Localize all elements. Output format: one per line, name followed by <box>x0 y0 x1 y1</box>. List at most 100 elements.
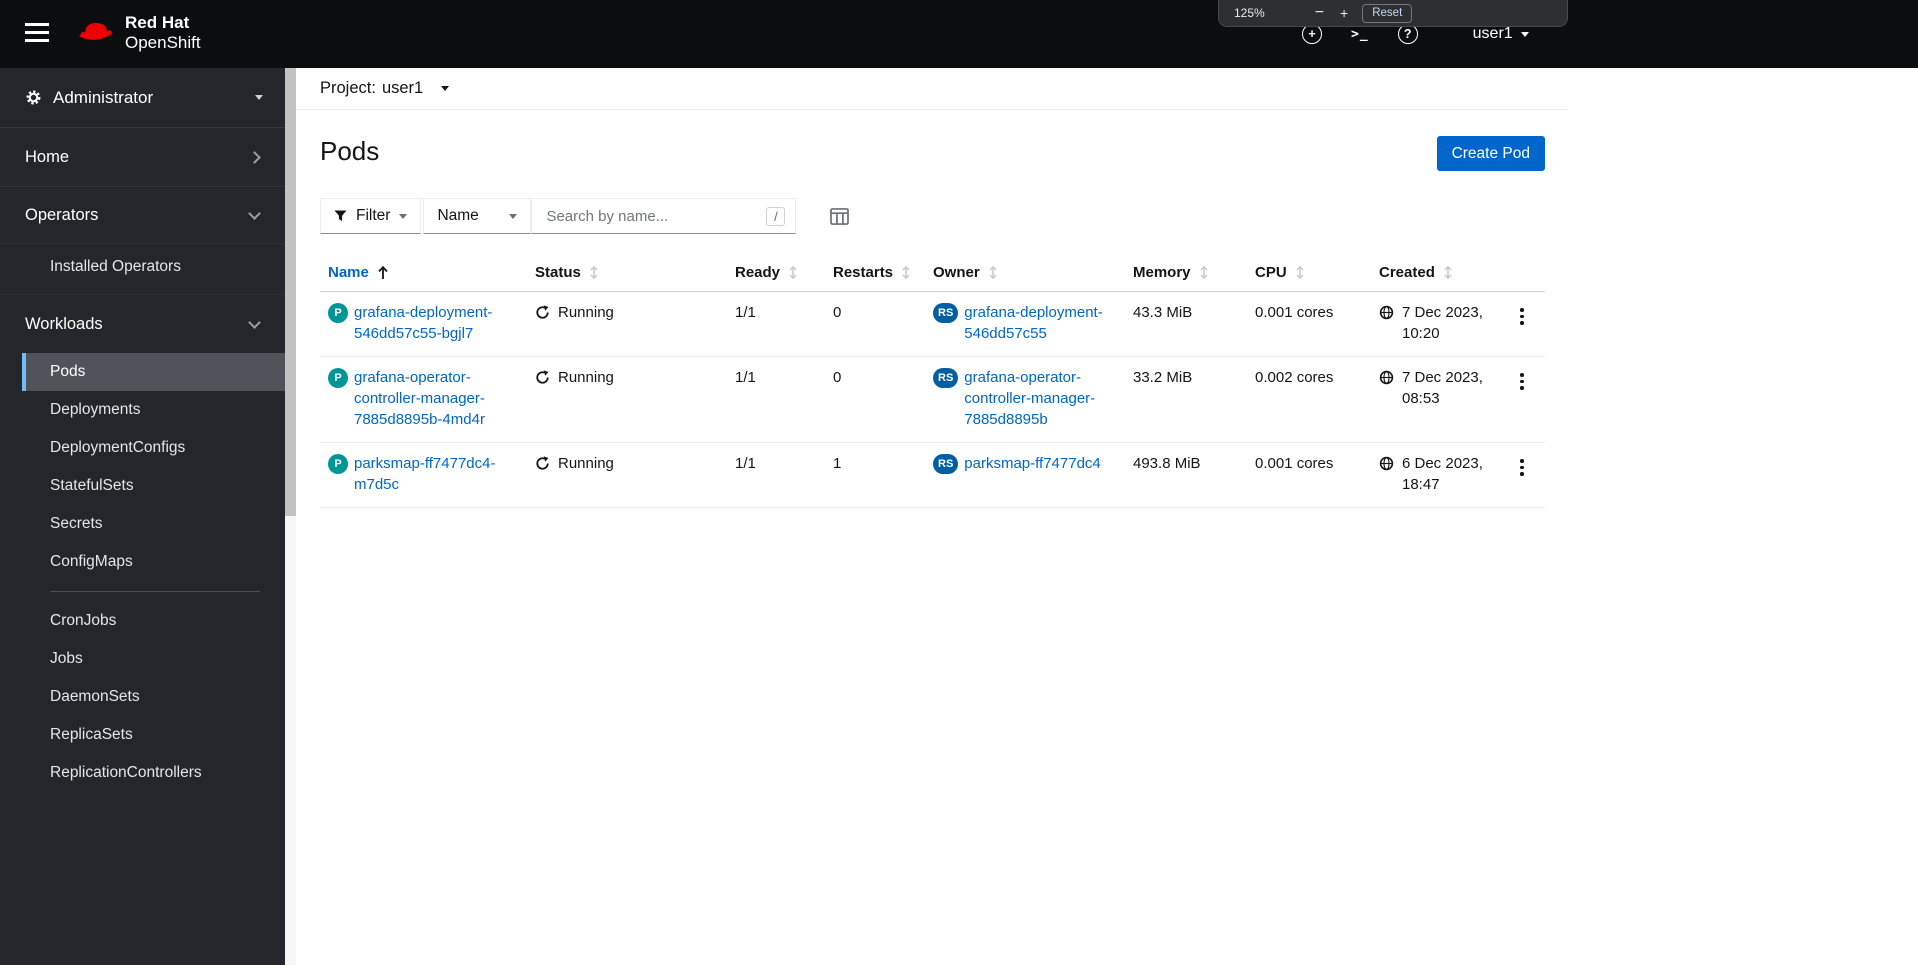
pod-name-link[interactable]: grafana-deployment-546dd57c55-bgjl7 <box>354 302 519 344</box>
sidebar-item-home[interactable]: Home <box>0 128 285 186</box>
search-input[interactable] <box>544 206 767 226</box>
sidebar-item-statefulsets[interactable]: StatefulSets <box>0 467 285 505</box>
filter-icon <box>334 210 347 222</box>
zoom-in-icon[interactable]: + <box>1340 6 1348 20</box>
restarts-cell: 0 <box>825 291 925 357</box>
scrollbar[interactable] <box>285 68 296 965</box>
table-header-row: Name Status Ready Restarts Owner Memory … <box>320 255 1545 292</box>
sort-icon <box>1199 266 1208 279</box>
chevron-down-icon <box>441 86 450 91</box>
running-status-icon <box>536 456 549 470</box>
column-header-cpu[interactable]: CPU <box>1247 255 1371 292</box>
chevron-down-icon <box>248 315 261 329</box>
sidebar-item-label: Operators <box>25 205 99 224</box>
timestamp-globe-icon <box>1379 370 1394 385</box>
sidebar-item-label: Deployments <box>50 401 141 418</box>
owner-link[interactable]: grafana-operator-controller-manager-7885… <box>964 367 1117 430</box>
chevron-right-icon <box>248 150 261 164</box>
owner-link[interactable]: grafana-deployment-546dd57c55 <box>964 302 1117 344</box>
running-status-icon <box>536 370 549 384</box>
manage-columns-button[interactable] <box>828 206 851 227</box>
nav-toggle-icon[interactable] <box>25 23 49 47</box>
attribute-label: Name <box>437 207 479 224</box>
chevron-down-icon <box>255 95 263 100</box>
cpu-cell: 0.001 cores <box>1247 291 1371 357</box>
user-menu[interactable]: user1 <box>1473 25 1529 43</box>
chevron-down-icon <box>399 213 408 219</box>
perspective-switcher[interactable]: Administrator <box>0 68 285 128</box>
sidebar-item-label: DeploymentConfigs <box>50 439 186 456</box>
table-row: P grafana-operator-controller-manager-78… <box>320 356 1545 443</box>
column-header-actions <box>1499 255 1545 292</box>
column-header-restarts[interactable]: Restarts <box>825 255 925 292</box>
user-menu-label: user1 <box>1472 25 1513 42</box>
sidebar-item-label: Installed Operators <box>50 258 181 275</box>
sidebar-item-pods[interactable]: Pods <box>22 353 285 391</box>
created-text: 7 Dec 2023, 08:53 <box>1402 369 1483 407</box>
sidebar-item-label: Workloads <box>25 314 103 333</box>
zoom-reset-button[interactable]: Reset <box>1362 3 1413 23</box>
plus-circle-icon[interactable]: + <box>1302 24 1322 44</box>
sidebar-item-label: StatefulSets <box>50 477 134 494</box>
redhat-fedora-icon <box>76 18 116 49</box>
create-pod-button[interactable]: Create Pod <box>1436 136 1545 171</box>
replicaset-badge: RS <box>933 454 959 474</box>
operators-group: Installed Operators <box>0 244 285 295</box>
pod-badge: P <box>328 454 348 474</box>
ready-cell: 1/1 <box>727 442 825 508</box>
scrollbar-thumb[interactable] <box>285 68 296 516</box>
replicaset-badge: RS <box>933 303 959 323</box>
status-text: Running <box>558 304 614 321</box>
column-header-owner[interactable]: Owner <box>925 255 1125 292</box>
sidebar-nav: Administrator Home Operators Installed O… <box>0 68 285 965</box>
status-text: Running <box>558 369 614 386</box>
sidebar-item-configmaps[interactable]: ConfigMaps <box>0 543 285 581</box>
sidebar-item-daemonsets[interactable]: DaemonSets <box>0 678 285 716</box>
sidebar-item-secrets[interactable]: Secrets <box>0 505 285 543</box>
main-content: Project: user1 Pods Create Pod Filter Na… <box>296 68 1568 965</box>
filter-label: Filter <box>356 207 391 224</box>
sort-icon <box>902 266 910 279</box>
sidebar-item-label: Secrets <box>50 515 103 532</box>
kebab-menu-icon[interactable] <box>1507 302 1537 325</box>
column-header-status[interactable]: Status <box>527 255 727 292</box>
memory-cell: 493.8 MiB <box>1125 442 1247 508</box>
sidebar-item-jobs[interactable]: Jobs <box>0 640 285 678</box>
kebab-menu-icon[interactable] <box>1507 367 1537 390</box>
timestamp-globe-icon <box>1379 456 1394 471</box>
ready-cell: 1/1 <box>727 356 825 443</box>
terminal-icon[interactable]: >_ <box>1351 27 1369 42</box>
sidebar-item-deploymentconfigs[interactable]: DeploymentConfigs <box>0 429 285 467</box>
created-text: 6 Dec 2023, 18:47 <box>1402 455 1483 493</box>
zoom-out-icon[interactable]: − <box>1315 5 1324 21</box>
column-header-memory[interactable]: Memory <box>1125 255 1247 292</box>
sidebar-item-cronjobs[interactable]: CronJobs <box>0 602 285 640</box>
sidebar-item-label: DaemonSets <box>50 688 140 705</box>
sidebar-item-installed-operators[interactable]: Installed Operators <box>0 248 285 286</box>
column-header-created[interactable]: Created <box>1371 255 1499 292</box>
workloads-group: Pods Deployments DeploymentConfigs State… <box>0 353 285 792</box>
filter-dropdown[interactable]: Filter <box>320 198 422 234</box>
sidebar-item-workloads[interactable]: Workloads <box>0 295 285 353</box>
search-field: / <box>531 198 797 234</box>
sidebar-item-replicationcontrollers[interactable]: ReplicationControllers <box>0 754 285 792</box>
pod-name-link[interactable]: grafana-operator-controller-manager-7885… <box>354 367 519 430</box>
sidebar-item-operators[interactable]: Operators <box>0 186 285 244</box>
project-selector[interactable]: Project: user1 <box>296 68 1568 110</box>
column-header-ready[interactable]: Ready <box>727 255 825 292</box>
owner-link[interactable]: parksmap-ff7477dc4 <box>964 453 1100 474</box>
attribute-dropdown[interactable]: Name <box>423 198 532 234</box>
column-header-name[interactable]: Name <box>320 255 527 292</box>
pods-table: Name Status Ready Restarts Owner Memory … <box>320 255 1545 508</box>
kebab-menu-icon[interactable] <box>1507 453 1537 476</box>
memory-cell: 33.2 MiB <box>1125 356 1247 443</box>
help-icon[interactable]: ? <box>1397 24 1418 44</box>
chevron-down-icon <box>248 206 261 220</box>
brand-line2: OpenShift <box>125 33 201 52</box>
sidebar-item-replicasets[interactable]: ReplicaSets <box>0 716 285 754</box>
chevron-down-icon <box>509 213 518 219</box>
brand-logo[interactable]: Red Hat OpenShift <box>76 13 201 53</box>
pod-name-link[interactable]: parksmap-ff7477dc4-m7d5c <box>354 453 519 495</box>
sidebar-item-deployments[interactable]: Deployments <box>0 391 285 429</box>
restarts-cell: 0 <box>825 356 925 443</box>
